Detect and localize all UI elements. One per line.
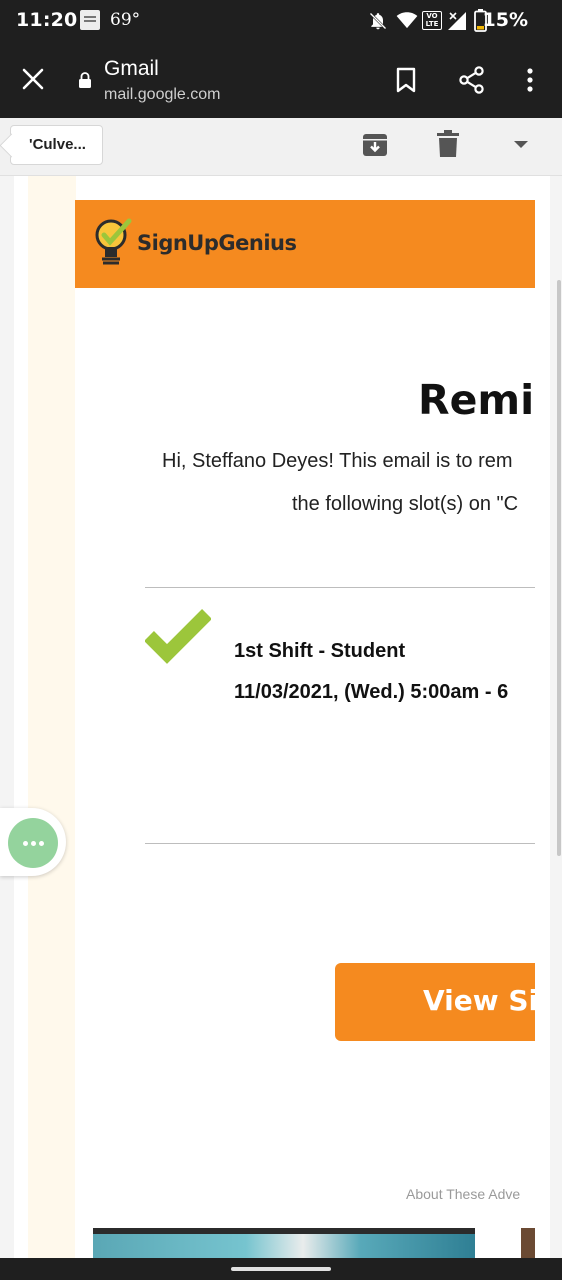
- wifi-icon: [396, 12, 418, 29]
- home-gesture-handle[interactable]: [231, 1267, 331, 1271]
- bible-app-icon: [80, 10, 100, 30]
- back-to-label-button[interactable]: 'Culve...: [10, 125, 103, 165]
- delete-icon[interactable]: [437, 130, 459, 158]
- lock-icon: [79, 72, 91, 88]
- floating-bubble-container: [0, 808, 66, 876]
- battery-percent: 15%: [482, 9, 528, 31]
- about-ads-link[interactable]: About These Adve: [406, 1186, 520, 1202]
- gmail-action-bar: 'Culve...: [0, 118, 562, 176]
- status-time: 11:20: [16, 9, 78, 31]
- dropdown-icon[interactable]: [513, 140, 529, 150]
- share-icon[interactable]: [458, 66, 486, 94]
- lightbulb-check-icon: [95, 218, 132, 265]
- email-background: [28, 176, 76, 1258]
- notifications-off-icon: [369, 12, 387, 30]
- slot-datetime: 11/03/2021, (Wed.) 5:00am - 6: [234, 681, 509, 703]
- close-icon[interactable]: [20, 66, 46, 92]
- screen: 11:20 69° VO LTE 15% Gmail mail.google.c…: [0, 0, 562, 1280]
- email-header: SignUpGenius: [75, 200, 535, 288]
- email-title: Remin: [418, 376, 535, 424]
- signal-icon: [448, 12, 466, 30]
- status-bar: 11:20 69° VO LTE 15%: [0, 0, 562, 42]
- status-temperature: 69°: [110, 10, 141, 30]
- brand-name: SignUpGenius: [137, 231, 297, 255]
- greeting-line-2: the following slot(s) on "C: [292, 493, 519, 515]
- signupgenius-logo[interactable]: SignUpGenius: [93, 216, 297, 270]
- slot-name: 1st Shift - Student: [234, 640, 406, 662]
- divider: [145, 587, 535, 588]
- back-button-label: 'Culve...: [29, 136, 86, 153]
- scrollbar[interactable]: [557, 280, 561, 856]
- view-signup-label: View Sig: [423, 984, 535, 1017]
- browser-toolbar: Gmail mail.google.com: [0, 42, 562, 118]
- volte-icon: VO LTE: [422, 11, 442, 30]
- page-title: Gmail: [104, 57, 159, 80]
- more-vert-icon[interactable]: [520, 66, 540, 94]
- floating-chat-bubble[interactable]: [8, 818, 58, 868]
- archive-icon[interactable]: [362, 132, 388, 158]
- ad-image[interactable]: [93, 1228, 475, 1258]
- view-signup-button[interactable]: View Sig: [335, 963, 535, 1041]
- ad-image[interactable]: [521, 1228, 535, 1258]
- email-content: SignUpGenius Remin Hi, Steffano Deyes! T…: [75, 200, 535, 1258]
- divider: [145, 843, 535, 844]
- bookmark-icon[interactable]: [394, 66, 418, 94]
- page-url: mail.google.com: [104, 86, 221, 103]
- system-navigation-bar: [0, 1258, 562, 1280]
- email-body-viewport[interactable]: SignUpGenius Remin Hi, Steffano Deyes! T…: [14, 176, 550, 1258]
- checkmark-icon: [145, 609, 211, 664]
- greeting-line-1: Hi, Steffano Deyes! This email is to rem: [162, 450, 513, 472]
